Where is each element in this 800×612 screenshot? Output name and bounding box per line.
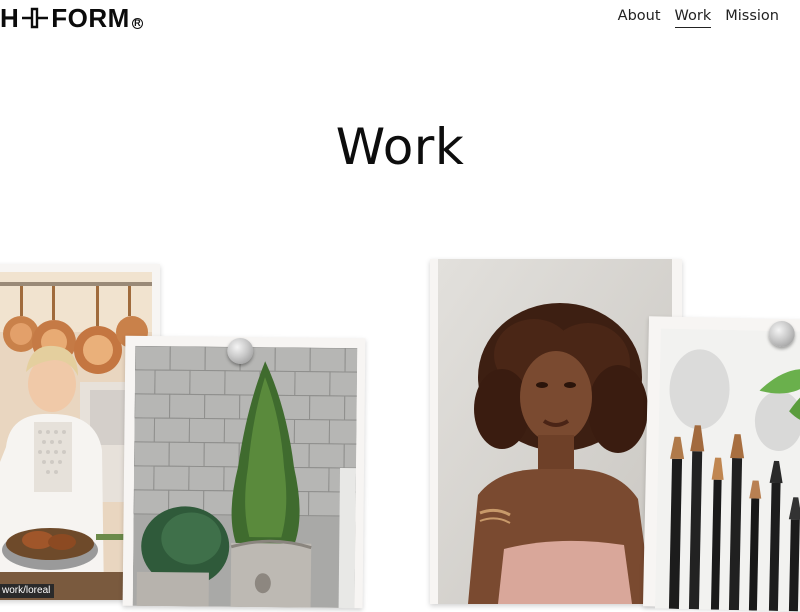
- nav-work-link[interactable]: Work: [674, 8, 712, 28]
- portrait-photo: [438, 259, 672, 604]
- logo-wordmark: FORM: [51, 3, 130, 33]
- garden-photo: [132, 345, 358, 609]
- logo-plus-icon: [20, 7, 50, 29]
- brand-logo[interactable]: H FORM R: [0, 4, 143, 32]
- logo-letter-h: H: [0, 3, 20, 33]
- page-title: Work: [335, 118, 465, 176]
- nav-about-link[interactable]: About: [618, 8, 661, 28]
- link-preview-tooltip: work/loreal: [0, 584, 55, 598]
- nav-mission-link[interactable]: Mission: [725, 8, 779, 28]
- main-nav: About Work Mission: [604, 8, 779, 28]
- pushpin-icon: [227, 337, 254, 365]
- registered-mark-icon: R: [131, 17, 143, 29]
- brushes-photo: [654, 328, 800, 612]
- project-card-garden[interactable]: [122, 335, 366, 609]
- project-card-brushes[interactable]: [642, 316, 800, 612]
